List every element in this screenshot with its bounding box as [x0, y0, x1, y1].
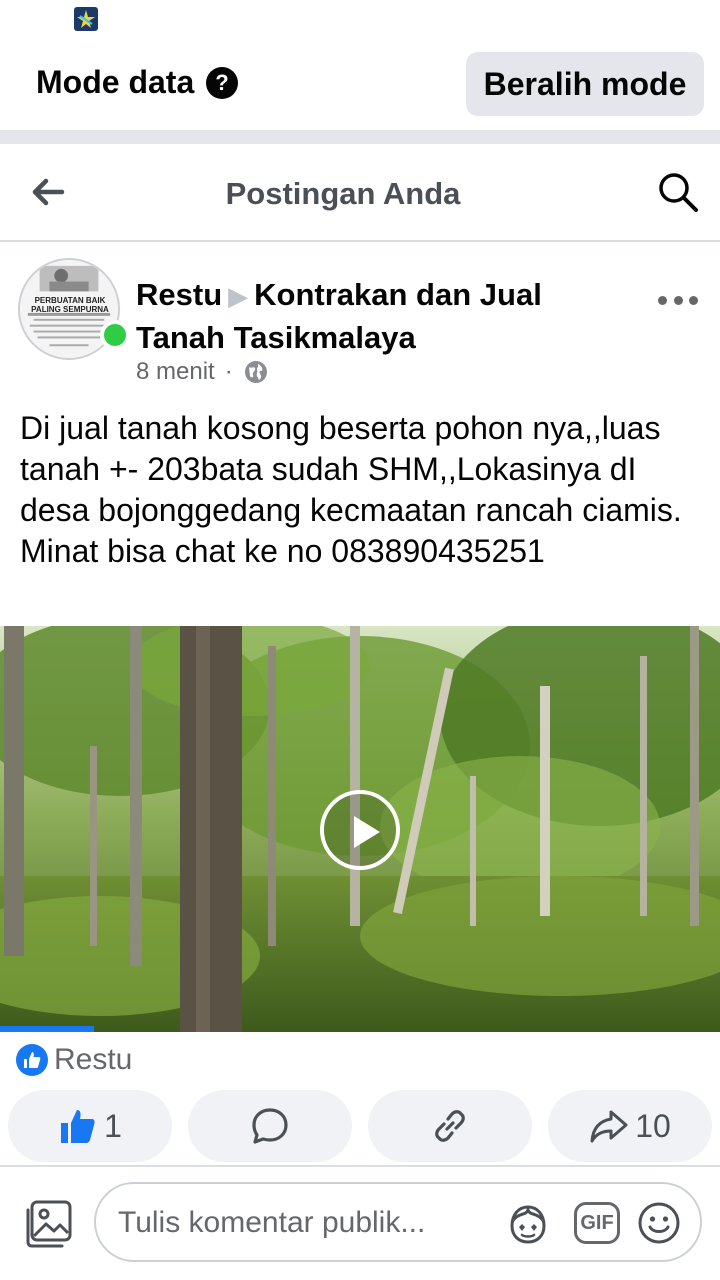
play-icon	[354, 816, 380, 848]
top-header: Postingan Anda	[0, 144, 720, 242]
page-title: Postingan Anda	[225, 176, 461, 211]
data-mode-title: Mode data	[36, 64, 195, 100]
share-count: 10	[635, 1107, 671, 1144]
video-progress-bar	[0, 1026, 94, 1032]
reactor-name: Restu	[54, 1043, 133, 1076]
comment-input[interactable]: Tulis komentar publik... GIF	[94, 1182, 702, 1262]
post-header: PERBUATAN BAIK PALING SEMPURNA Restu ▶ Kon…	[0, 244, 720, 400]
app-notification-icon	[74, 7, 98, 31]
comment-button[interactable]	[188, 1090, 352, 1162]
search-icon[interactable]	[656, 170, 700, 214]
comment-icon	[252, 1108, 288, 1144]
share-button[interactable]: 10	[548, 1090, 712, 1162]
post-author-line: Restu ▶ Kontrakan dan Jual Tanah Tasikmala…	[136, 274, 616, 359]
comment-composer: Tulis komentar publik... GIF	[0, 1168, 720, 1280]
thumbs-up-icon	[61, 1110, 95, 1143]
caret-right-icon: ▶	[228, 281, 249, 311]
online-status-indicator	[100, 320, 130, 350]
share-icon	[590, 1110, 628, 1143]
comment-placeholder: Tulis komentar publik...	[118, 1206, 426, 1239]
post-time[interactable]: 8 menit	[136, 358, 215, 386]
play-button[interactable]	[320, 790, 400, 870]
post-video[interactable]	[0, 626, 720, 1032]
copy-link-button[interactable]	[368, 1090, 532, 1162]
divider	[0, 1165, 720, 1167]
post-meta: 8 menit ·	[136, 358, 269, 386]
reaction-summary[interactable]: Restu	[16, 1040, 132, 1080]
post-actions: 1 10	[0, 1090, 720, 1164]
avatar-sticker-icon[interactable]	[504, 1200, 552, 1248]
author-name[interactable]: Restu	[136, 277, 222, 312]
status-bar	[0, 0, 720, 40]
photo-icon[interactable]	[22, 1198, 74, 1250]
like-count: 1	[104, 1107, 122, 1144]
avatar-caption: PERBUATAN BAIK PALING SEMPURNA	[31, 296, 109, 314]
like-reaction-icon	[16, 1044, 48, 1076]
meta-separator: ·	[224, 358, 233, 385]
divider	[0, 130, 720, 144]
emoji-icon[interactable]	[636, 1200, 682, 1246]
post-body-text: Di jual tanah kosong beserta pohon nya,,…	[20, 410, 700, 569]
switch-mode-button[interactable]: Beralih mode	[466, 52, 704, 116]
link-icon	[435, 1110, 465, 1142]
more-options-icon[interactable]	[658, 296, 698, 306]
globe-icon	[244, 361, 267, 383]
gif-icon[interactable]: GIF	[574, 1202, 620, 1244]
help-icon[interactable]: ?	[206, 67, 238, 99]
like-button[interactable]: 1	[8, 1090, 172, 1162]
